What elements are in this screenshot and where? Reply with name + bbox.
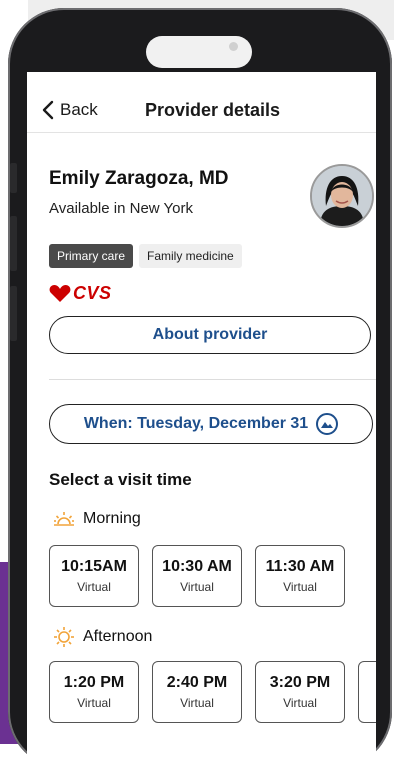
sun-icon xyxy=(54,627,74,647)
morning-slots: 10:15AM Virtual 10:30 AM Virtual 11:30 A… xyxy=(49,545,345,607)
date-picker-button[interactable]: When: Tuesday, December 31 xyxy=(49,404,373,444)
slot-time: 2:40 PM xyxy=(166,674,228,691)
section-divider xyxy=(49,379,376,380)
provider-name: Emily Zaragoza, MD xyxy=(49,168,229,189)
side-button-volume-up xyxy=(10,216,17,271)
app-screen: Back Provider details Emily Zaragoza, MD… xyxy=(27,72,376,772)
slot-time: 11:30 AM xyxy=(265,558,335,575)
calendar-icon xyxy=(316,413,339,435)
visit-time-heading: Select a visit time xyxy=(49,470,192,489)
chevron-left-icon xyxy=(42,100,54,120)
tag-family-medicine: Family medicine xyxy=(139,244,242,268)
date-label: When: Tuesday, December 31 xyxy=(83,415,309,432)
time-slot[interactable]: 11:30 AM Virtual xyxy=(255,545,345,607)
sunrise-icon xyxy=(54,512,74,526)
slot-type: Virtual xyxy=(180,696,214,710)
afternoon-label: Afternoon xyxy=(83,628,153,645)
about-provider-button[interactable]: About provider xyxy=(49,316,371,354)
slot-time: 3:20 PM xyxy=(269,674,331,691)
afternoon-slots: 1:20 PM Virtual 2:40 PM Virtual 3:20 PM … xyxy=(49,661,376,723)
cvs-wordmark: CVS xyxy=(73,283,112,303)
afternoon-header: Afternoon xyxy=(53,626,152,648)
side-button-volume-down xyxy=(10,286,17,341)
specialty-tags: Primary care Family medicine xyxy=(49,244,242,268)
provider-availability: Available in New York xyxy=(49,200,193,217)
slot-type: Virtual xyxy=(77,696,111,710)
slot-type: Virtual xyxy=(77,580,111,594)
slot-type: Virtual xyxy=(283,696,317,710)
camera-dot xyxy=(229,42,238,51)
back-label: Back xyxy=(60,100,98,119)
provider-avatar xyxy=(310,164,374,228)
morning-label: Morning xyxy=(83,510,141,527)
dynamic-island xyxy=(146,36,252,68)
back-button[interactable]: Back xyxy=(41,98,98,122)
time-slot[interactable]: 2:40 PM Virtual xyxy=(152,661,242,723)
slot-time: 1:20 PM xyxy=(63,674,125,691)
time-slot[interactable]: 4 xyxy=(358,661,376,723)
cvs-logo: CVS xyxy=(49,283,112,304)
time-slot[interactable]: 10:30 AM Virtual xyxy=(152,545,242,607)
side-button-mute xyxy=(10,163,17,193)
slot-time: 10:30 AM xyxy=(162,558,232,575)
nav-header: Back Provider details xyxy=(27,72,376,133)
page-title: Provider details xyxy=(145,100,281,120)
morning-header: Morning xyxy=(53,510,141,528)
time-slot[interactable]: 10:15AM Virtual xyxy=(49,545,139,607)
time-slot[interactable]: 3:20 PM Virtual xyxy=(255,661,345,723)
slot-time: 10:15AM xyxy=(61,558,127,575)
slot-type: Virtual xyxy=(283,580,317,594)
slot-type: Virtual xyxy=(180,580,214,594)
time-slot[interactable]: 1:20 PM Virtual xyxy=(49,661,139,723)
heart-icon xyxy=(49,284,71,302)
tag-primary-care: Primary care xyxy=(49,244,134,268)
